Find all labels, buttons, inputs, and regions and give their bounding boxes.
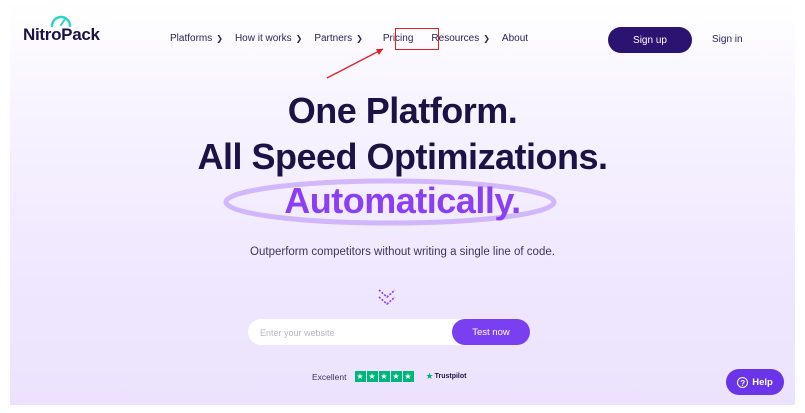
rating-stars: ★ ★ ★ ★ ★ — [354, 371, 414, 382]
speedometer-icon — [50, 15, 72, 27]
chevron-down-icon: ❯ — [356, 34, 363, 43]
hero-subtitle: Outperform competitors without writing a… — [250, 246, 555, 258]
website-input[interactable] — [258, 319, 452, 347]
nav-item-partners[interactable]: Partners ❯ — [314, 33, 363, 44]
hero-line-2: All Speed Optimizations. — [197, 136, 608, 177]
trustpilot-brand: Trustpilot — [434, 373, 467, 380]
test-now-button[interactable]: Test now — [452, 319, 530, 345]
question-icon: ? — [737, 376, 749, 388]
signup-button[interactable]: Sign up — [608, 27, 692, 53]
star-icon: ★ — [378, 371, 390, 382]
main-nav: Platforms ❯ How it works ❯ Partners ❯ Pr… — [170, 33, 540, 44]
logo[interactable]: NitroPack — [23, 15, 100, 45]
rating-text: Excellent — [312, 371, 347, 382]
chevron-down-icon: ❯ — [216, 34, 223, 43]
star-icon: ★ — [354, 371, 366, 382]
nav-label: How it works — [234, 33, 292, 44]
page: NitroPack Platforms ❯ How it works ❯ Par… — [10, 0, 795, 405]
chevron-down-icon: ❯ — [295, 34, 303, 43]
chevron-down-icon: ❯ — [483, 34, 490, 43]
nav-label: Platforms — [170, 33, 213, 44]
trustpilot-star-icon: ★ — [425, 371, 434, 381]
pricing-highlight-box — [395, 28, 439, 50]
hero-line-3: Automatically. — [284, 180, 521, 221]
signin-link[interactable]: Sign in — [712, 34, 743, 45]
nav-item-platforms[interactable]: Platforms ❯ — [170, 33, 223, 44]
nav-item-how-it-works[interactable]: How it works ❯ — [235, 33, 302, 44]
nav-item-about[interactable]: About — [502, 33, 528, 44]
hero-line-1: One Platform. — [287, 90, 518, 131]
star-icon: ★ — [390, 371, 402, 382]
double-chevron-down-icon — [378, 289, 396, 306]
nav-label: About — [501, 33, 529, 44]
logo-text: NitroPack — [23, 25, 100, 44]
help-button[interactable]: ? Help — [726, 369, 784, 395]
star-icon: ★ — [366, 371, 378, 382]
nav-label: Partners — [314, 33, 353, 44]
help-label: Help — [752, 376, 773, 388]
trustpilot-rating[interactable]: Excellent ★ ★ ★ ★ ★ ★ Trustpilot — [312, 371, 466, 382]
star-icon: ★ — [402, 371, 414, 382]
nav-item-resources[interactable]: Resources ❯ — [431, 33, 490, 44]
